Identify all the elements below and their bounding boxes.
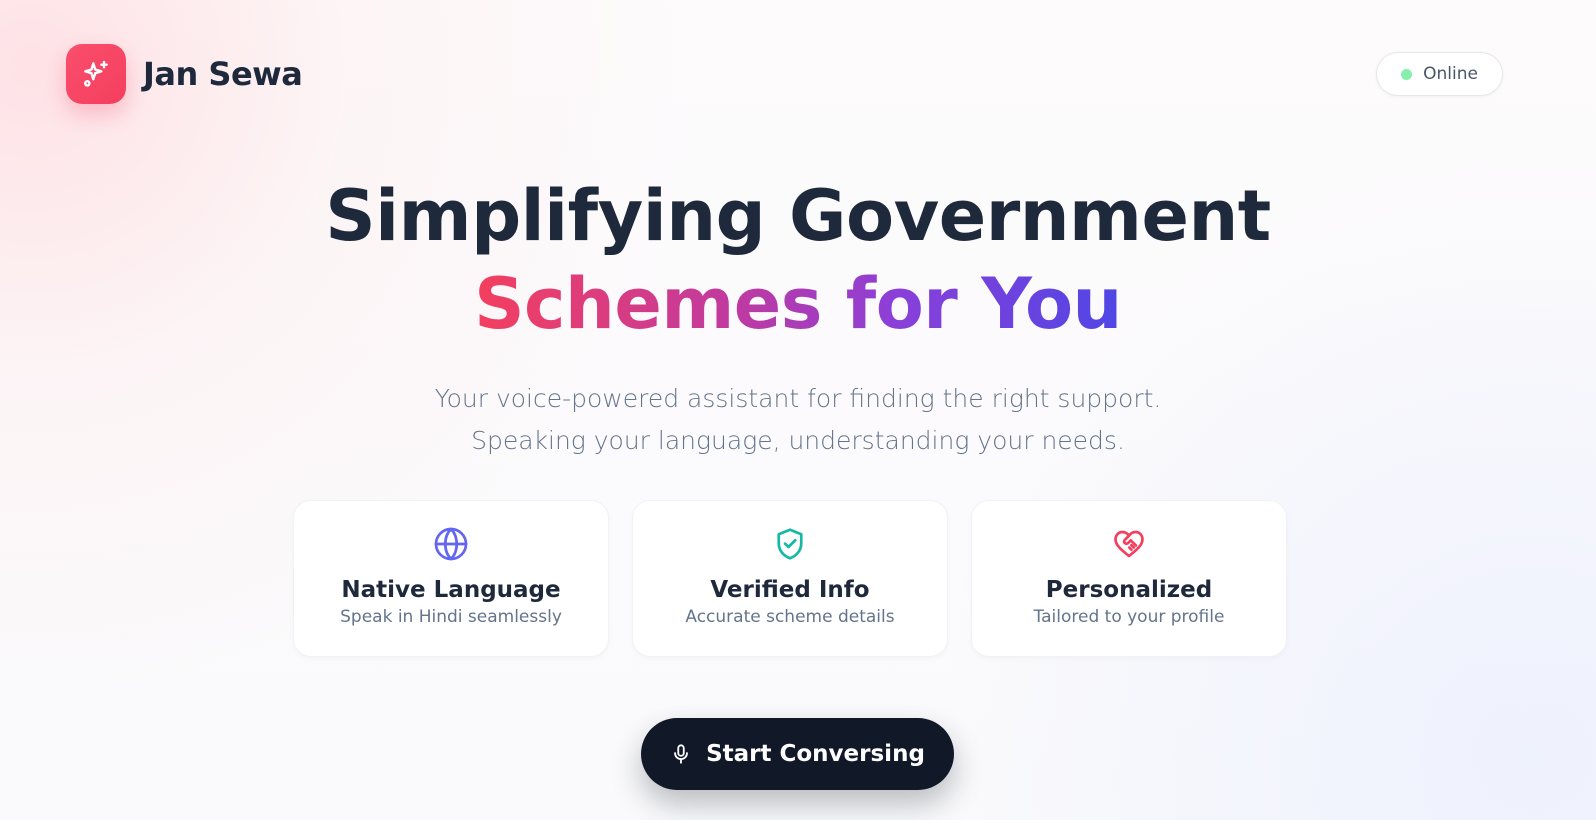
subtitle: Your voice-powered assistant for finding… (0, 378, 1596, 462)
headline-line-2: Schemes for You (474, 260, 1122, 348)
brand-logo (66, 44, 126, 104)
start-conversing-button[interactable]: Start Conversing (641, 718, 954, 790)
subtitle-line-2: Speaking your language, understanding yo… (471, 426, 1125, 455)
hero-section: Simplifying Government Schemes for You Y… (0, 172, 1596, 462)
feature-title: Personalized (1045, 577, 1213, 603)
feature-card-native-language: Native Language Speak in Hindi seamlessl… (293, 500, 609, 657)
feature-title: Native Language (341, 577, 561, 603)
heart-handshake-icon (1110, 525, 1148, 563)
feature-description: Tailored to your profile (1033, 607, 1225, 627)
subtitle-line-1: Your voice-powered assistant for finding… (434, 384, 1162, 413)
headline-line-1: Simplifying Government (325, 175, 1271, 257)
shield-check-icon (771, 525, 809, 563)
status-label: Online (1423, 64, 1478, 84)
microphone-icon (674, 744, 688, 764)
sparkles-icon (84, 60, 108, 87)
feature-card-personalized: Personalized Tailored to your profile (971, 500, 1287, 657)
feature-description: Speak in Hindi seamlessly (340, 607, 562, 627)
feature-card-verified-info: Verified Info Accurate scheme details (632, 500, 948, 657)
top-header: Jan Sewa Online (66, 44, 1503, 104)
globe-icon (432, 525, 470, 563)
feature-title: Verified Info (710, 577, 870, 603)
status-dot (1401, 68, 1413, 80)
feature-cards: Native Language Speak in Hindi seamlessl… (293, 500, 1287, 657)
brand[interactable]: Jan Sewa (66, 44, 303, 104)
feature-description: Accurate scheme details (685, 607, 895, 627)
brand-name: Jan Sewa (143, 55, 303, 93)
status-badge: Online (1376, 52, 1503, 96)
start-conversing-label: Start Conversing (706, 741, 925, 767)
